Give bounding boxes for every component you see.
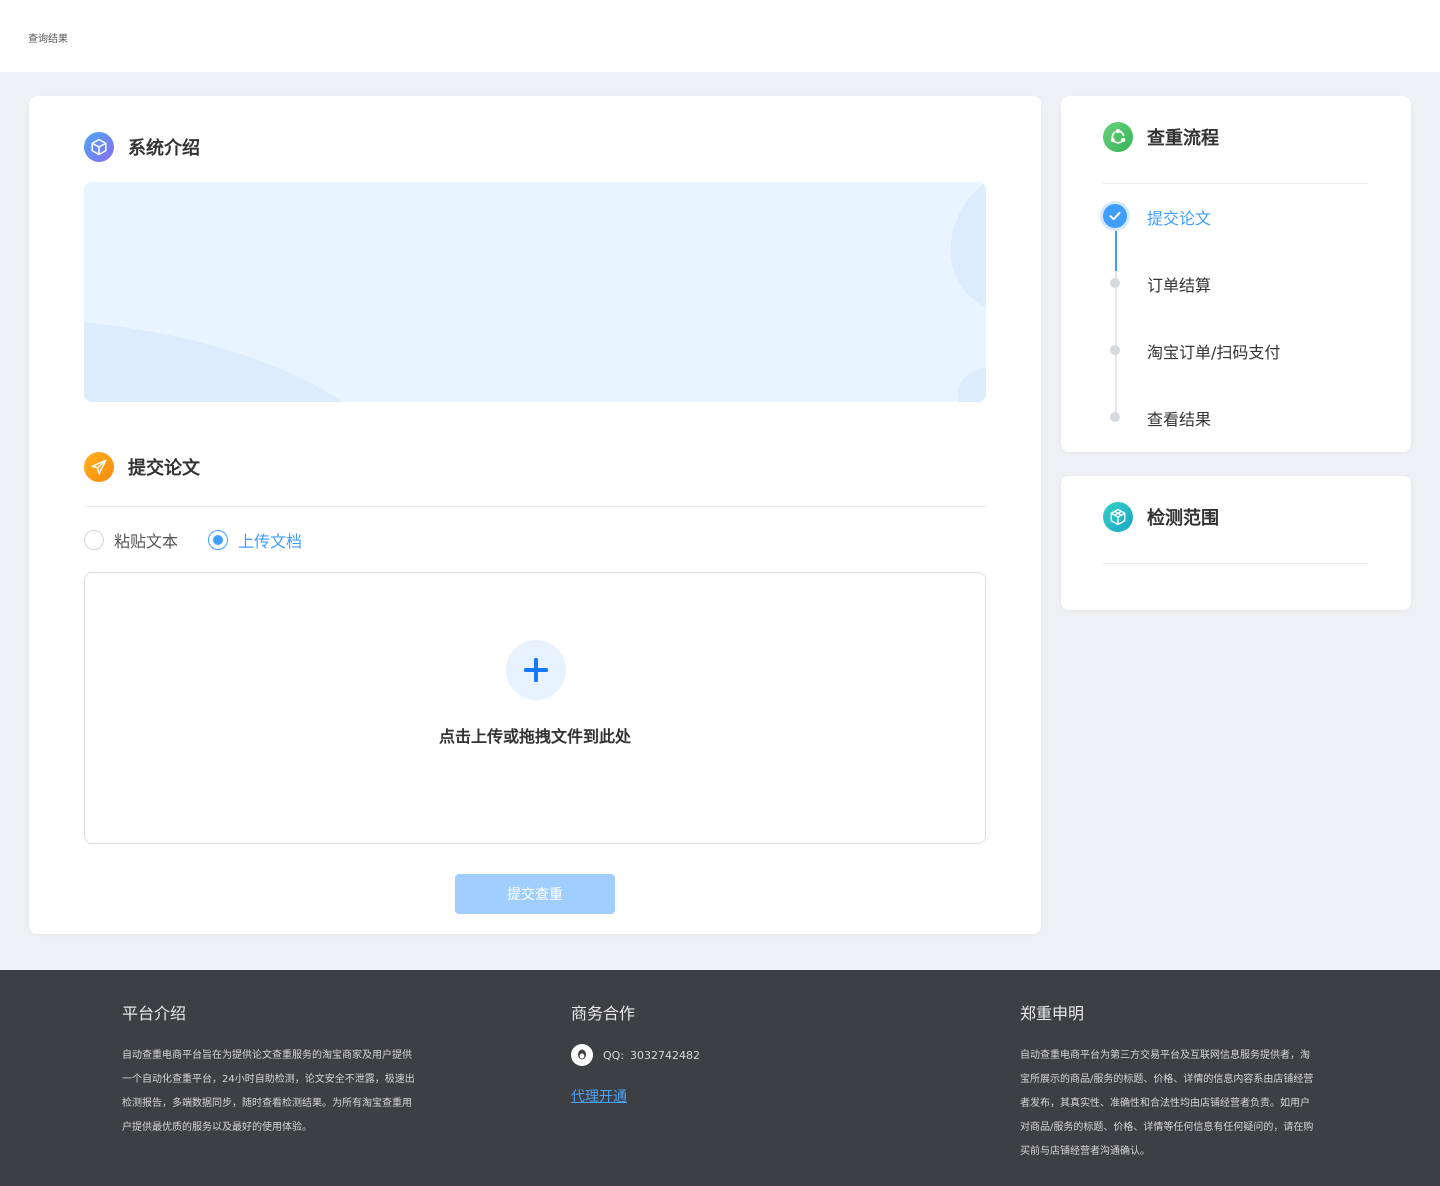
radio-paste-text-dot[interactable]	[84, 530, 104, 550]
qq-label: QQ:	[603, 1048, 625, 1062]
step-label: 淘宝订单/扫码支付	[1147, 343, 1281, 362]
footer-platform-line: 一个自动化查重平台，24小时自助检测，论文安全不泄露，极速出	[122, 1074, 415, 1085]
paper-plane-icon	[84, 452, 114, 482]
flow-section-header: 查重流程	[1103, 122, 1219, 152]
submit-divider	[84, 506, 987, 507]
radio-upload-document[interactable]: 上传文档	[208, 528, 302, 552]
file-upload-dropzone[interactable]: 点击上传或拖拽文件到此处	[84, 572, 986, 844]
intro-banner	[84, 182, 986, 402]
intro-section-header: 系统介绍	[84, 132, 200, 162]
footer-statement-title: 郑重申明	[1020, 1004, 1085, 1023]
footer-platform-intro: 平台介绍 自动查重电商平台旨在为提供论文查重服务的淘宝商家及用户提供 一个自动化…	[122, 1000, 422, 1140]
step-taobao-payment-marker	[1110, 345, 1120, 355]
step-label: 提交论文	[1147, 209, 1212, 228]
footer-platform-line: 户提供最优质的服务以及最好的使用体验。	[122, 1122, 312, 1133]
step-label: 订单结算	[1147, 276, 1212, 295]
step-view-results-marker	[1110, 412, 1120, 422]
footer-statement-line: 者发布，其真实性、准确性和合法性均由店铺经营者负责。如用户	[1020, 1098, 1310, 1109]
range-divider	[1103, 563, 1368, 564]
footer-platform-line: 检测报告，多端数据同步，随时查看检测结果。为所有淘宝查重用	[122, 1098, 412, 1109]
footer: 平台介绍 自动查重电商平台旨在为提供论文查重服务的淘宝商家及用户提供 一个自动化…	[0, 970, 1440, 1186]
step-connector	[1115, 271, 1117, 416]
radio-paste-text-label[interactable]: 粘贴文本	[114, 528, 178, 552]
range-title: 检测范围	[1147, 508, 1219, 529]
top-bar: 查询结果	[0, 0, 1440, 72]
radio-paste-text[interactable]: 粘贴文本	[84, 528, 178, 552]
upload-hint-text: 点击上传或拖拽文件到此处	[438, 727, 631, 746]
submit-title: 提交论文	[128, 458, 200, 479]
submit-check-button[interactable]: 提交查重	[455, 874, 615, 914]
input-mode-radio-group: 粘贴文本 上传文档	[84, 528, 332, 552]
cube-outline-icon	[1103, 502, 1133, 532]
detection-range-card: 检测范围	[1061, 476, 1411, 610]
footer-business: 商务合作 QQ: 3032742482 代理开通	[571, 1000, 871, 1106]
footer-statement-line: 买前与店铺经营者沟通确认。	[1020, 1146, 1150, 1157]
step-label: 查看结果	[1147, 410, 1212, 429]
radio-upload-document-dot[interactable]	[208, 530, 229, 550]
step-order-settlement-marker	[1110, 278, 1120, 288]
flow-title: 查重流程	[1147, 128, 1219, 149]
radio-upload-document-label[interactable]: 上传文档	[238, 528, 302, 552]
footer-platform-title: 平台介绍	[122, 1004, 187, 1023]
step-connector-active	[1115, 228, 1117, 271]
range-section-header: 检测范围	[1103, 502, 1219, 532]
qq-penguin-icon	[571, 1044, 593, 1066]
agent-signup-link[interactable]: 代理开通	[571, 1086, 627, 1106]
step-submit-paper-marker	[1103, 204, 1127, 228]
check-icon	[1103, 204, 1127, 228]
main-card: 系统介绍 提交论文 粘贴文本 上传文档 点击上传或拖拽文件到此处 提交查重	[29, 96, 1041, 934]
qq-contact: QQ: 3032742482	[571, 1044, 871, 1066]
footer-statement: 郑重申明 自动查重电商平台为第三方交易平台及互联网信息服务提供者，淘 宝所展示的…	[1020, 1000, 1320, 1164]
intro-title: 系统介绍	[128, 138, 200, 159]
footer-business-title: 商务合作	[571, 1004, 636, 1023]
step-dot	[1110, 278, 1120, 288]
step-dot	[1110, 345, 1120, 355]
footer-statement-line: 宝所展示的商品/服务的标题、价格、详情的信息内容系由店铺经营	[1020, 1074, 1314, 1085]
check-flow-card: 查重流程 提交论文 订单结算 淘宝订单/扫码支付 查看结果	[1061, 96, 1411, 452]
recycle-icon	[1103, 122, 1133, 152]
footer-statement-line: 自动查重电商平台为第三方交易平台及互联网信息服务提供者，淘	[1020, 1050, 1310, 1061]
qq-number: 3032742482	[630, 1048, 701, 1062]
footer-statement-line: 对商品/服务的标题、价格、详情等任何信息有任何疑问的，请在购	[1020, 1122, 1314, 1133]
plus-icon[interactable]	[506, 640, 566, 700]
submit-section-header: 提交论文	[84, 452, 200, 482]
cube-icon	[84, 132, 114, 162]
flow-divider	[1103, 183, 1368, 184]
nav-query-results-link[interactable]: 查询结果	[28, 30, 68, 45]
step-dot	[1110, 412, 1120, 422]
footer-platform-line: 自动查重电商平台旨在为提供论文查重服务的淘宝商家及用户提供	[122, 1050, 412, 1061]
